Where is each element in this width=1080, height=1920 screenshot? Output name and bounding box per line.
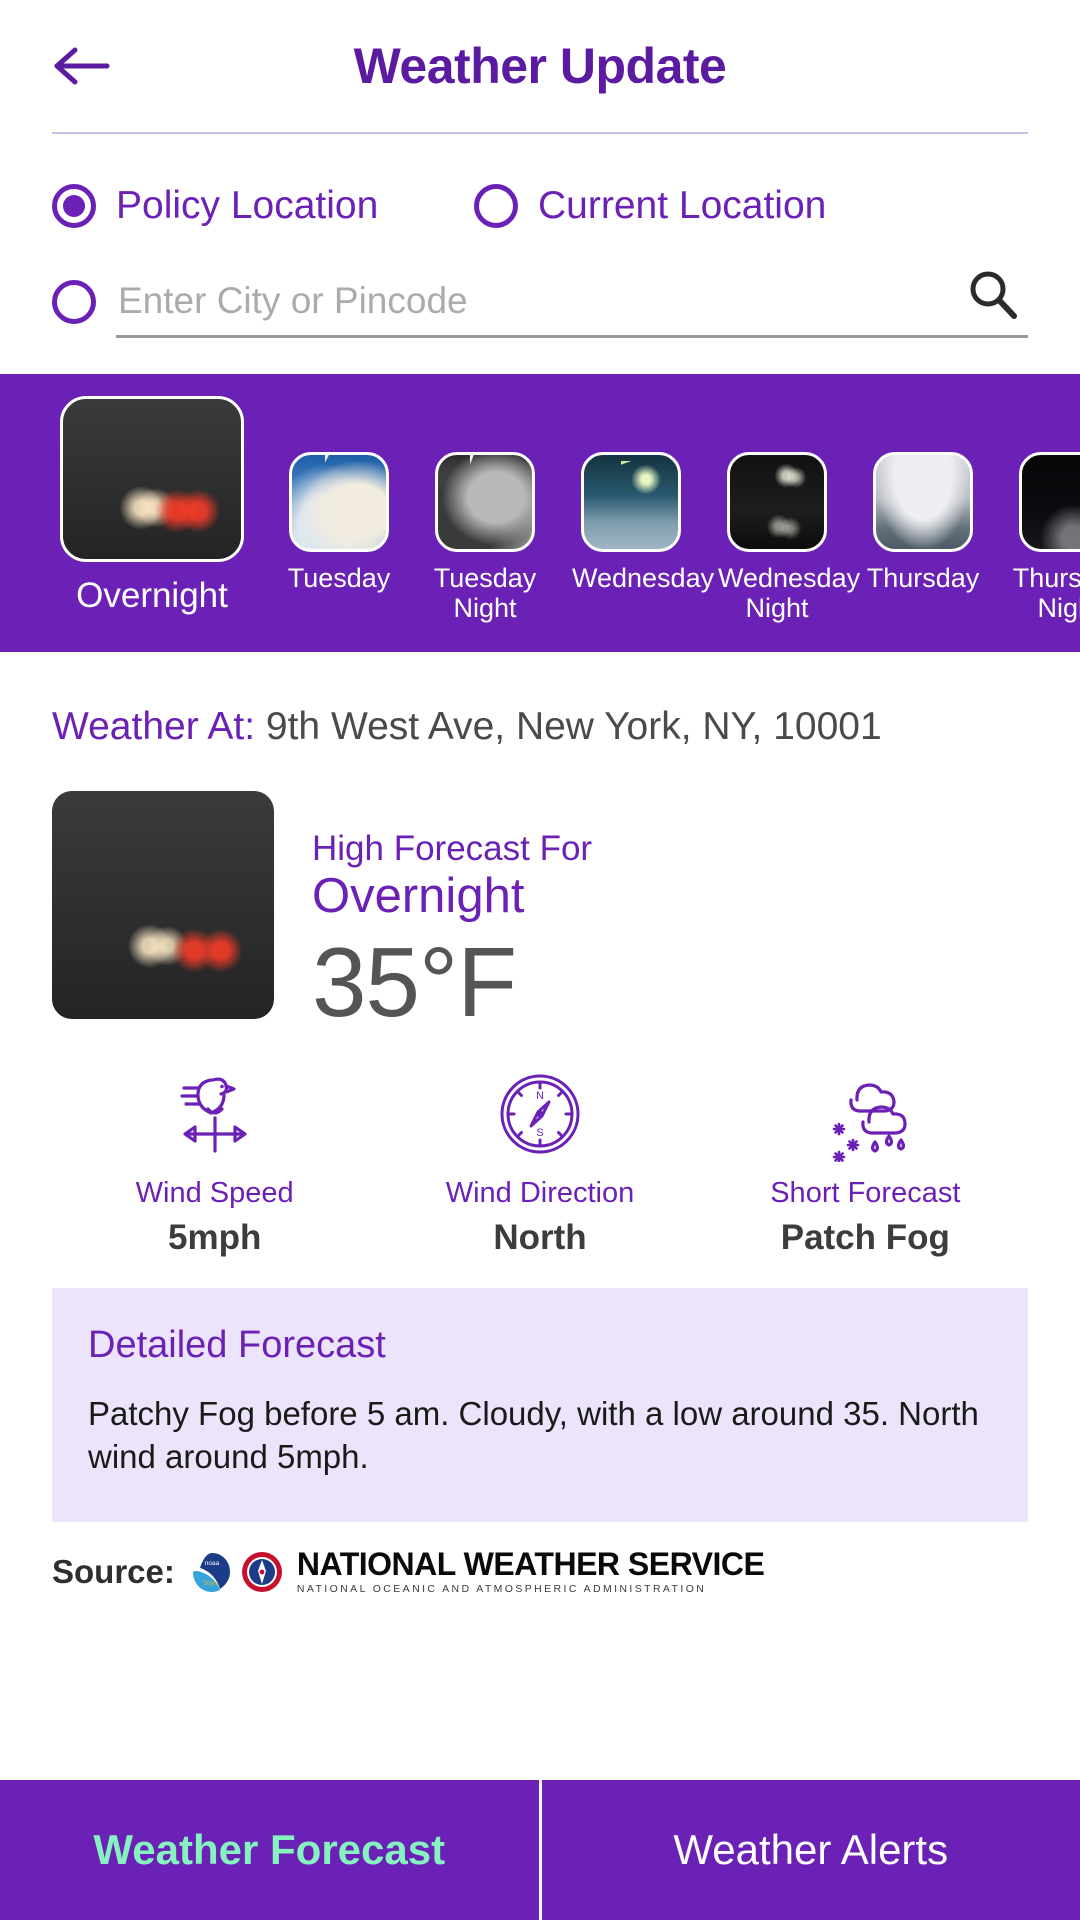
source-logos: noaa 50yrs NATIONAL WEATHER SERVICE NATI… xyxy=(189,1546,765,1596)
detailed-forecast-title: Detailed Forecast xyxy=(88,1324,386,1367)
bottom-tab-bar: Weather Forecast Weather Alerts xyxy=(0,1780,1080,1920)
radio-policy-location-circle[interactable] xyxy=(52,184,96,228)
carousel-item-thursday[interactable]: Thursday xyxy=(864,452,982,593)
hero-forecast: High Forecast For Overnight 35°F xyxy=(52,790,1028,1038)
compass-icon: N S xyxy=(492,1065,588,1163)
radio-current-location-label: Current Location xyxy=(538,184,827,227)
carousel-item-tuesday-night[interactable]: Tuesday Night xyxy=(426,452,544,623)
stat-short-forecast: Short Forecast Patch Fog xyxy=(703,1065,1028,1258)
nws-logo-icon xyxy=(241,1551,282,1592)
search-icon xyxy=(970,271,1017,319)
carousel-label: Tuesday xyxy=(287,563,391,593)
nws-name: NATIONAL WEATHER SERVICE xyxy=(296,1546,765,1583)
carousel-label: Thursday xyxy=(866,563,980,593)
back-button[interactable] xyxy=(52,39,112,93)
weather-update-screen: Weather Update Policy Location Current L… xyxy=(0,0,1080,1920)
weather-stats-row: Wind Speed 5mph N S Wind Direction North… xyxy=(52,1065,1028,1258)
nws-text-block: NATIONAL WEATHER SERVICE NATIONAL OCEANI… xyxy=(296,1546,765,1596)
forecast-details: Weather At: 9th West Ave, New York, NY, … xyxy=(0,652,1080,1258)
detailed-forecast-card: Detailed Forecast Patchy Fog before 5 am… xyxy=(52,1288,1028,1523)
svg-text:noaa: noaa xyxy=(205,1560,220,1567)
stat-value: Patch Fog xyxy=(780,1218,950,1258)
stat-value: 5mph xyxy=(167,1218,262,1258)
app-header: Weather Update xyxy=(0,0,1080,132)
carousel-label: Thursday Night xyxy=(1012,563,1080,624)
carousel-thumb-lightning-rain-icon xyxy=(581,452,681,552)
radio-current-location-circle[interactable] xyxy=(474,184,518,228)
svg-text:S: S xyxy=(536,1127,543,1139)
page-title: Weather Update xyxy=(353,38,727,94)
svg-text:50yrs: 50yrs xyxy=(204,1581,219,1587)
city-search-field xyxy=(116,266,1028,338)
carousel-item-thursday-night[interactable]: Thursday Night xyxy=(1010,452,1080,623)
hero-weather-image xyxy=(52,790,274,1019)
carousel-thumb-thunderstorm-night-icon xyxy=(435,452,535,552)
location-radio-row: Policy Location Current Location xyxy=(52,184,1028,228)
location-options: Policy Location Current Location xyxy=(0,134,1080,338)
carousel-label: Wednesday Night xyxy=(718,563,861,624)
weather-at-line: Weather At: 9th West Ave, New York, NY, … xyxy=(52,704,1028,751)
carousel-thumb-dark-night-icon xyxy=(1019,452,1080,552)
carousel-thumb-thunderstorm-day-icon xyxy=(289,452,389,552)
carousel-item-wednesday-night[interactable]: Wednesday Night xyxy=(718,452,861,624)
stat-wind-direction: N S Wind Direction North xyxy=(377,1065,702,1258)
search-input[interactable] xyxy=(116,279,1028,322)
carousel-item-wednesday[interactable]: Wednesday xyxy=(572,452,715,593)
hero-temperature: 35°F xyxy=(312,927,517,1038)
hero-period: Overnight xyxy=(312,868,525,923)
nws-agency: NATIONAL OCEANIC AND ATMOSPHERIC ADMINIS… xyxy=(296,1583,707,1596)
hero-text-block: High Forecast For Overnight 35°F xyxy=(312,791,593,1038)
svg-text:N: N xyxy=(536,1090,544,1102)
weather-at-label: Weather At: xyxy=(52,705,256,748)
hero-sub-label: High Forecast For xyxy=(312,828,593,868)
weathervane-icon xyxy=(167,1065,263,1163)
tab-weather-alerts[interactable]: Weather Alerts xyxy=(542,1780,1080,1920)
source-label: Source: xyxy=(52,1552,175,1590)
tab-weather-forecast[interactable]: Weather Forecast xyxy=(0,1780,539,1920)
radio-policy-location[interactable]: Policy Location xyxy=(52,184,474,228)
carousel-thumb-night-lights-icon xyxy=(727,452,827,552)
detailed-forecast-text: Patchy Fog before 5 am. Cloudy, with a l… xyxy=(88,1395,979,1476)
carousel-label: Wednesday xyxy=(572,563,715,593)
radio-manual-location-circle[interactable] xyxy=(52,280,96,324)
arrow-left-icon xyxy=(54,47,110,85)
stat-label: Short Forecast xyxy=(770,1177,961,1210)
carousel-item-tuesday[interactable]: Tuesday xyxy=(280,452,398,593)
stat-value: North xyxy=(493,1218,587,1258)
carousel-thumb-overcast-icon xyxy=(873,452,973,552)
search-button[interactable] xyxy=(958,259,1028,329)
city-search-row xyxy=(52,266,1028,338)
forecast-carousel[interactable]: Overnight Tuesday Tuesday Night Wednesda… xyxy=(0,374,1080,652)
stat-label: Wind Speed xyxy=(135,1177,294,1210)
stat-wind-speed: Wind Speed 5mph xyxy=(52,1065,377,1258)
weather-at-address: 9th West Ave, New York, NY, 10001 xyxy=(265,705,882,748)
carousel-thumb-fog-icon xyxy=(60,396,244,562)
source-row: Source: noaa 50yrs NATIONAL WEATHER SERV… xyxy=(52,1548,1028,1595)
cloud-rain-snow-icon xyxy=(813,1065,917,1163)
carousel-label: Overnight xyxy=(76,576,228,615)
carousel-item-overnight[interactable]: Overnight xyxy=(52,396,252,615)
radio-current-location[interactable]: Current Location xyxy=(474,184,826,228)
radio-policy-location-label: Policy Location xyxy=(116,184,379,227)
carousel-label: Tuesday Night xyxy=(433,563,537,624)
noaa-logo-icon: noaa 50yrs xyxy=(192,1551,231,1592)
stat-label: Wind Direction xyxy=(445,1177,635,1210)
